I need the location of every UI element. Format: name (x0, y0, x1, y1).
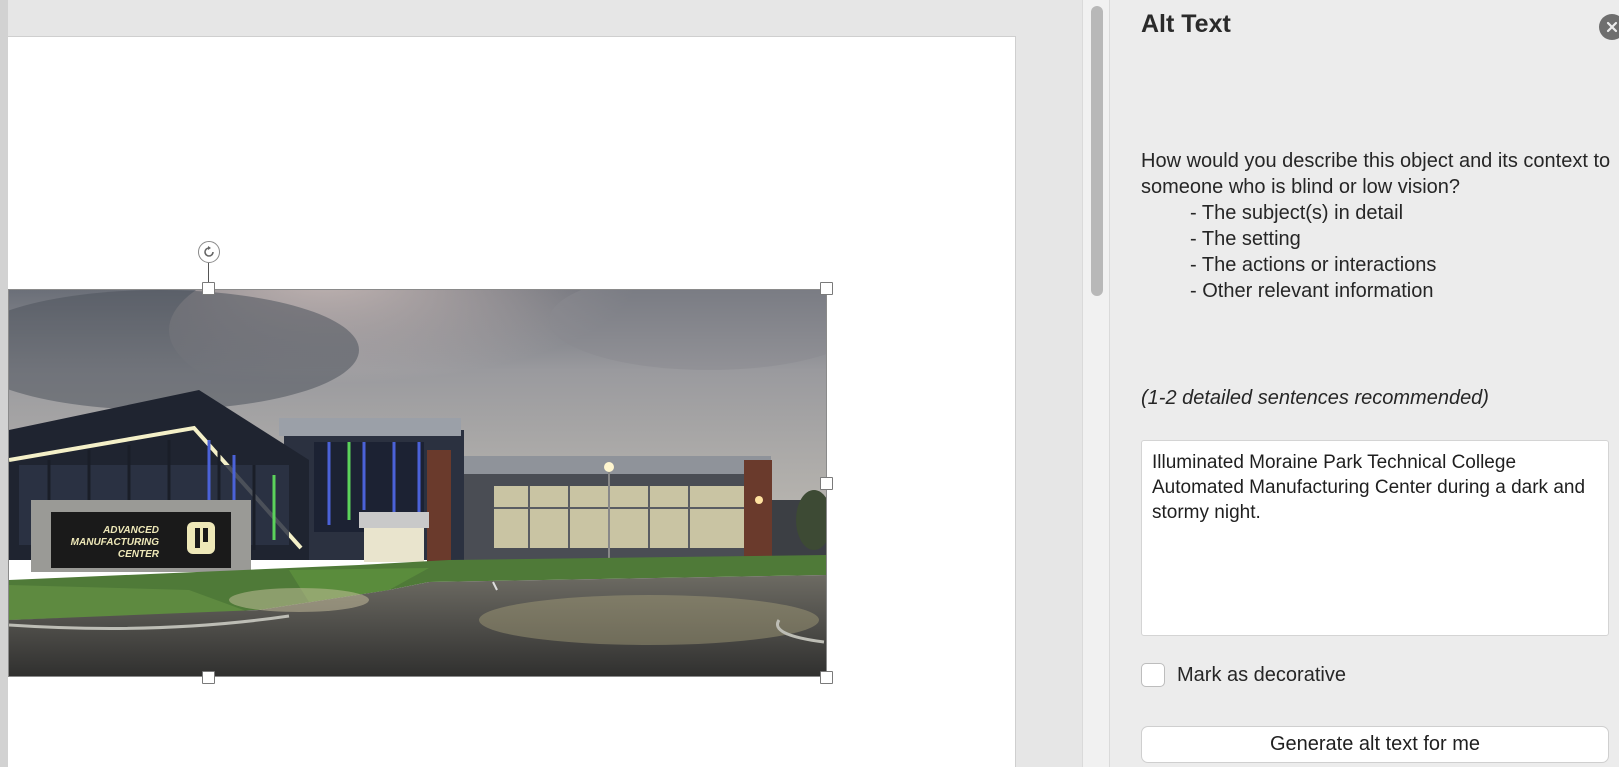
document-scrollbar[interactable] (1082, 0, 1110, 767)
recommendation-hint: (1-2 detailed sentences recommended) (1141, 387, 1489, 409)
prompt-item: - The actions or interactions (1190, 254, 1437, 276)
sign-text-line2: MANUFACTURING (71, 537, 160, 548)
prompt-item: - The setting (1190, 228, 1301, 250)
sign-text-line1: ADVANCED (102, 525, 159, 536)
resize-handle-top-middle[interactable] (202, 282, 215, 295)
prompt-question: How would you describe this object and i… (1141, 150, 1611, 198)
resize-handle-bottom-right[interactable] (820, 671, 833, 684)
college-logo (187, 522, 215, 554)
resize-handle-bottom-middle[interactable] (202, 671, 215, 684)
alt-text-prompt: How would you describe this object and i… (1141, 148, 1611, 304)
resize-handle-top-right[interactable] (820, 282, 833, 295)
generate-alt-text-button[interactable]: Generate alt text for me (1141, 726, 1609, 763)
document-canvas: ADVANCED MANUFACTURING CENTER (0, 0, 1082, 767)
close-icon[interactable] (1599, 14, 1619, 40)
pane-title: Alt Text (1141, 10, 1231, 38)
left-ruler-edge (0, 0, 8, 767)
decorative-label[interactable]: Mark as decorative (1177, 664, 1346, 687)
rotate-icon[interactable] (198, 241, 220, 263)
prompt-item: - Other relevant information (1190, 280, 1434, 302)
sign-text-line3: CENTER (118, 549, 160, 560)
selected-picture[interactable]: ADVANCED MANUFACTURING CENTER (8, 289, 827, 677)
decorative-checkbox[interactable] (1141, 663, 1165, 687)
decorative-option[interactable]: Mark as decorative (1141, 663, 1346, 687)
prompt-item: - The subject(s) in detail (1190, 202, 1404, 224)
resize-handle-middle-right[interactable] (820, 477, 833, 490)
prompt-list: - The subject(s) in detail - The setting… (1190, 200, 1611, 304)
scrollbar-thumb[interactable] (1091, 6, 1103, 296)
alt-text-pane: Alt Text How would you describe this obj… (1110, 0, 1619, 767)
alt-text-input[interactable]: Illuminated Moraine Park Technical Colle… (1141, 440, 1609, 636)
word-window: ADVANCED MANUFACTURING CENTER Alt Text H… (0, 0, 1619, 767)
